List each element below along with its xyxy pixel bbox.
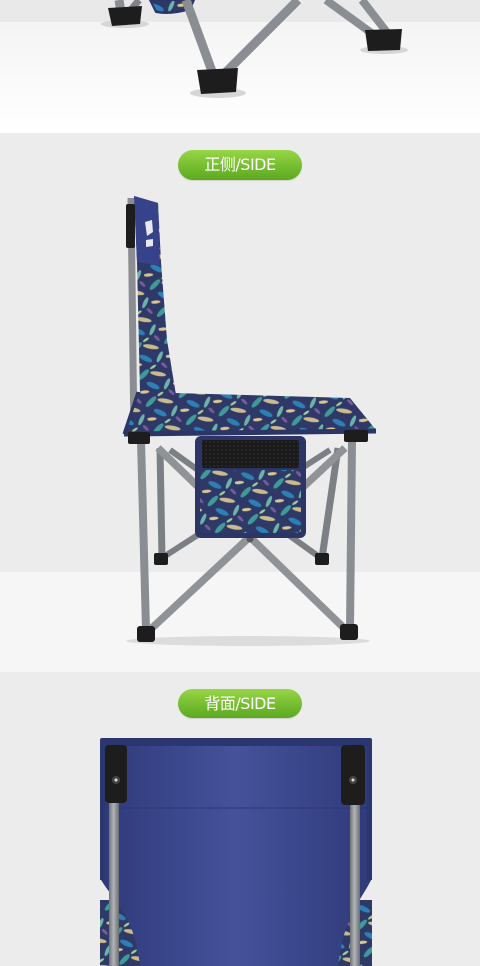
side-view-photo <box>0 133 480 672</box>
seat-corner-cap <box>128 432 150 444</box>
backrest-fabric <box>100 742 372 966</box>
rivet <box>351 778 355 782</box>
front-leg <box>346 439 356 629</box>
foot-cap <box>315 553 329 565</box>
foot-cap <box>108 6 142 26</box>
product-photos <box>0 0 480 966</box>
seat-corner-cap <box>344 430 368 442</box>
product-detail-page: 正侧/SIDE 背面/SIDE <box>0 0 480 966</box>
front-leg <box>137 439 150 631</box>
backdrop <box>0 0 480 22</box>
seat-binding <box>123 428 377 437</box>
rivet <box>114 778 118 782</box>
mesh-panel <box>202 440 299 468</box>
foot-cap <box>137 626 155 642</box>
previous-photo-fragment <box>0 0 480 133</box>
backrest-binding <box>100 738 372 746</box>
seat-fabric <box>124 392 376 434</box>
back-view-label: 背面/SIDE <box>178 689 302 718</box>
floor <box>0 572 480 672</box>
side-view-label: 正侧/SIDE <box>178 150 302 180</box>
foot-cap <box>340 624 358 640</box>
floor <box>0 22 480 133</box>
foot-cap <box>365 29 402 51</box>
foot-cap <box>197 68 238 94</box>
pole-cap <box>105 745 127 803</box>
rear-leg <box>156 447 166 559</box>
backrest-sleeve <box>126 204 135 248</box>
backrest-binding <box>367 742 372 880</box>
foot-cap <box>154 553 168 565</box>
pocket-print <box>200 470 301 533</box>
pole-cap <box>341 745 365 805</box>
backrest-binding <box>100 742 105 880</box>
chair-shadow <box>126 636 370 646</box>
